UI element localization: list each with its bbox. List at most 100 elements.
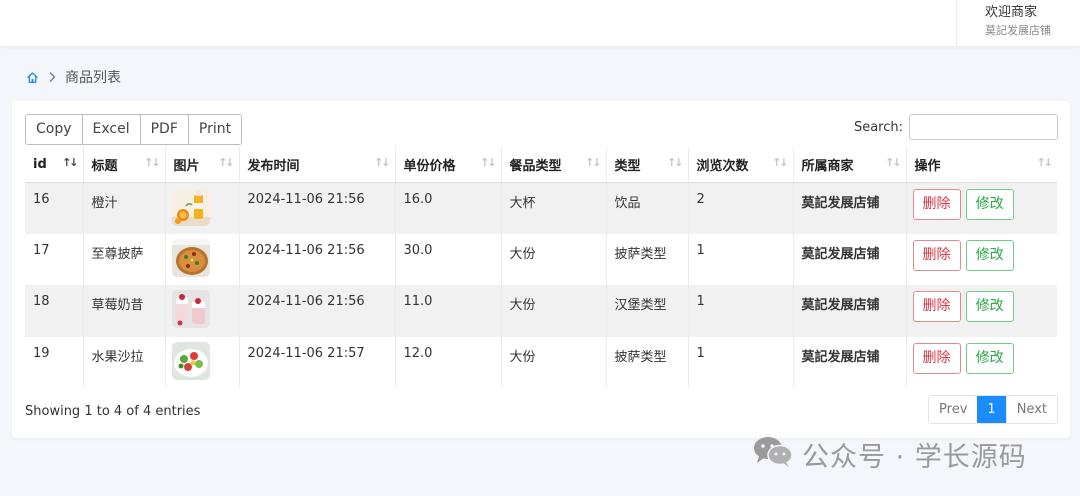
col-header-label: id [33, 156, 47, 172]
pagination: Prev 1 Next [928, 395, 1058, 424]
wechat-icon [752, 434, 794, 475]
breadcrumb: 商品列表 [26, 68, 121, 86]
cell-portion: 大份 [500, 285, 606, 337]
table-row: 19 水果沙拉 2024-11-06 21:57 12.0 大份 披萨类型 1 … [25, 336, 1057, 388]
sort-icon: ↑↓ [480, 156, 497, 169]
cell-merchant: 莫記发展店铺 [792, 182, 906, 234]
cell-title: 橙汁 [82, 182, 165, 234]
page-button-1[interactable]: 1 [977, 396, 1006, 423]
col-header-price[interactable]: 单份价格 ↑↓ [394, 147, 501, 183]
col-header-views[interactable]: 浏览次数 ↑↓ [687, 147, 793, 183]
edit-button[interactable]: 修改 [965, 342, 1014, 374]
breadcrumb-current: 商品列表 [65, 70, 121, 86]
sort-icon: ↑↓ [772, 156, 789, 169]
table-info: Showing 1 to 4 of 4 entries [25, 404, 201, 419]
col-header-id[interactable]: id ↑↓ [25, 147, 83, 183]
sort-icon: ↑↓ [144, 156, 161, 169]
cell-time: 2024-11-06 21:56 [238, 233, 395, 285]
sort-icon: ↑↓ [218, 156, 235, 169]
cell-views: 1 [687, 336, 793, 388]
cell-portion: 大份 [500, 336, 606, 388]
cell-time: 2024-11-06 21:56 [238, 285, 395, 337]
edit-button[interactable]: 修改 [965, 239, 1014, 271]
col-header-label: 标题 [91, 158, 118, 174]
fruit-salad-photo [171, 341, 210, 380]
col-header-label: 餐品类型 [509, 158, 562, 174]
pdf-button[interactable]: PDF [140, 115, 189, 144]
delete-button[interactable]: 删除 [912, 291, 961, 322]
product-table: id ↑↓ 标题 ↑↓ 图片 ↑↓ 发布时间 ↑↓ 单份价格 ↑↓ 餐品类型 ↑↓ 类型 ↑↓… [25, 147, 1057, 388]
cell-actions: 删除 修改 [905, 285, 1057, 337]
cell-category: 汉堡类型 [605, 285, 688, 337]
welcome-text: 欢迎商家 [985, 5, 1038, 20]
cell-title: 草莓奶昔 [82, 285, 165, 337]
watermark: 公众号 · 学长源码 [752, 434, 1027, 474]
watermark-text: 公众号 · 学长源码 [802, 441, 1027, 473]
delete-button[interactable]: 删除 [912, 188, 961, 220]
col-header-actions[interactable]: 操作 ↑↓ [905, 147, 1057, 183]
cell-actions: 删除 修改 [905, 336, 1057, 388]
chevron-right-icon [47, 71, 57, 83]
col-header-merchant[interactable]: 所属商家 ↑↓ [792, 147, 906, 183]
home-icon[interactable] [26, 71, 39, 84]
col-header-time[interactable]: 发布时间 ↑↓ [238, 147, 395, 183]
cell-views: 1 [687, 285, 793, 337]
edit-button[interactable]: 修改 [965, 188, 1014, 220]
search-label: Search: [853, 119, 903, 135]
user-menu[interactable]: 欢迎商家 莫記发展店铺 [956, 0, 1080, 46]
cell-price: 30.0 [394, 233, 501, 285]
cell-price: 12.0 [394, 336, 501, 388]
search-box: Search: [854, 114, 1058, 140]
cell-time: 2024-11-06 21:57 [238, 336, 395, 388]
sort-asc-icon: ↑↓ [62, 156, 79, 169]
orange-juice-photo [171, 187, 210, 226]
cell-merchant: 莫記发展店铺 [792, 233, 906, 285]
cell-category: 披萨类型 [605, 233, 688, 285]
col-header-title[interactable]: 标题 ↑↓ [82, 147, 165, 183]
table-header-row: id ↑↓ 标题 ↑↓ 图片 ↑↓ 发布时间 ↑↓ 单份价格 ↑↓ 餐品类型 ↑↓ 类型 ↑↓… [25, 147, 1057, 183]
cell-views: 2 [687, 182, 793, 234]
cell-price: 16.0 [394, 182, 501, 234]
cell-actions: 删除 修改 [905, 182, 1057, 234]
cell-id: 19 [33, 345, 50, 361]
cell-portion: 大份 [500, 233, 606, 285]
cell-title: 至尊披萨 [82, 233, 165, 285]
col-header-label: 浏览次数 [696, 158, 749, 174]
col-header-portion[interactable]: 餐品类型 ↑↓ [500, 147, 606, 183]
delete-button[interactable]: 删除 [912, 342, 961, 374]
col-header-label: 图片 [173, 158, 200, 174]
cell-actions: 删除 修改 [905, 233, 1057, 285]
col-header-label: 所属商家 [801, 158, 854, 174]
strawberry-milkshake-photo [171, 290, 210, 328]
cell-id: 16 [25, 182, 83, 234]
cell-category: 饮品 [605, 182, 688, 234]
col-header-label: 类型 [614, 158, 641, 174]
export-button-group: Copy Excel PDF Print [25, 114, 243, 145]
col-header-label: 单份价格 [403, 158, 456, 174]
col-header-label: 操作 [914, 158, 941, 174]
excel-button[interactable]: Excel [82, 115, 141, 144]
table-row: 16 橙汁 2024-11-06 21:56 16.0 大杯 饮品 2 莫記发展… [25, 182, 1057, 234]
cell-title: 水果沙拉 [82, 336, 165, 388]
col-header-label: 发布时间 [247, 158, 300, 174]
cell-merchant: 莫記发展店铺 [792, 285, 906, 337]
table-row: 17 至尊披萨 2024-11-06 21:56 30.0 大份 披萨类型 1 … [25, 233, 1057, 285]
sort-icon: ↑↓ [667, 156, 684, 169]
cell-price: 11.0 [394, 285, 501, 337]
copy-button[interactable]: Copy [26, 115, 83, 144]
edit-button[interactable]: 修改 [965, 291, 1014, 322]
table-row: 18 草莓奶昔 2024-11-06 21:56 11.0 大份 汉堡类型 1 … [25, 285, 1057, 337]
sort-icon: ↑↓ [585, 156, 602, 169]
next-page-button[interactable]: Next [1005, 396, 1057, 423]
cell-id: 18 [25, 285, 83, 337]
sort-icon: ↑↓ [1036, 156, 1054, 169]
delete-button[interactable]: 删除 [912, 239, 961, 271]
print-button[interactable]: Print [188, 115, 242, 144]
prev-page-button[interactable]: Prev [929, 396, 978, 423]
col-header-image[interactable]: 图片 ↑↓ [164, 147, 239, 183]
sort-icon: ↑↓ [885, 156, 902, 169]
search-input[interactable] [909, 114, 1058, 140]
col-header-category[interactable]: 类型 ↑↓ [605, 147, 688, 183]
cell-views: 1 [687, 233, 793, 285]
cell-time: 2024-11-06 21:56 [238, 182, 395, 234]
